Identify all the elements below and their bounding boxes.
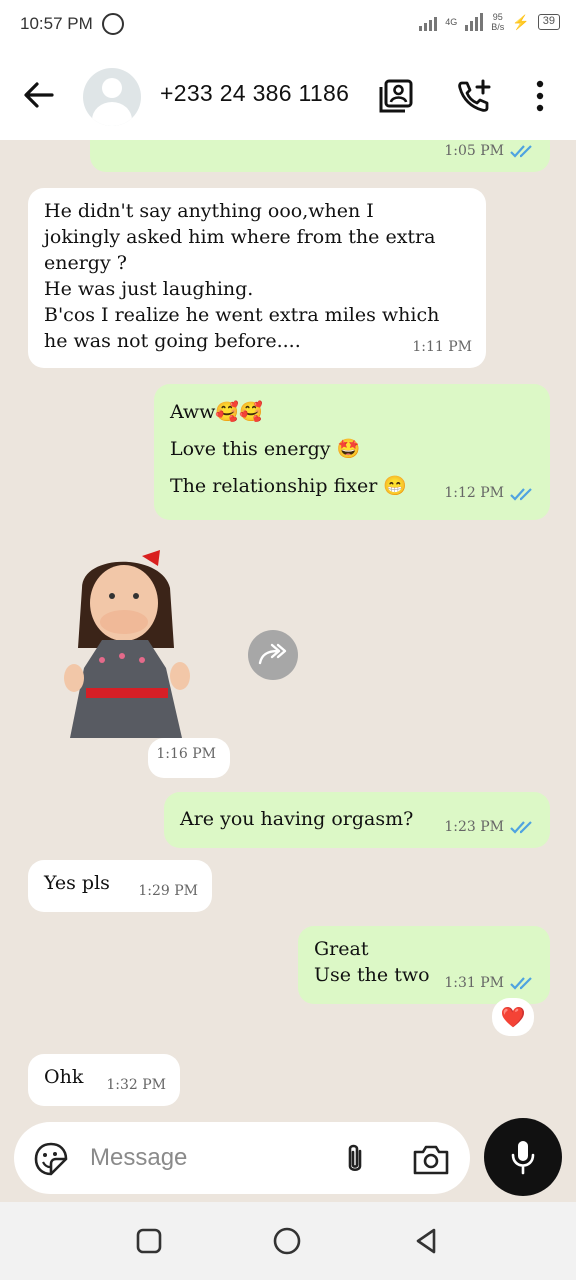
message-text-line: energy ? xyxy=(44,252,127,274)
whatsapp-notification-icon xyxy=(102,13,124,35)
data-speed: 95 B/s xyxy=(491,12,505,32)
message-meta: 1:31 PM xyxy=(444,970,536,996)
message-text-line: Great xyxy=(314,938,369,960)
charging-icon: ⚡ xyxy=(512,13,530,30)
read-receipt-icon xyxy=(510,487,532,501)
camera-icon[interactable] xyxy=(412,1142,450,1176)
message-meta: 1:12 PM xyxy=(444,475,536,512)
message-input[interactable]: Message xyxy=(90,1144,187,1172)
message-text-line: B'cos I realize he went extra miles whic… xyxy=(44,304,440,326)
forward-button[interactable] xyxy=(248,630,298,680)
sticker-time-chip: 1:16 PM xyxy=(148,738,230,778)
status-time: 10:57 PM xyxy=(20,14,93,33)
network-type: 4G xyxy=(445,17,458,27)
system-nav-bar xyxy=(0,1202,576,1280)
status-bar: 10:57 PM 4G 95 B/s ⚡ 39 xyxy=(0,0,576,50)
add-call-icon[interactable] xyxy=(456,78,492,114)
message-text-line: he was not going before.... xyxy=(44,330,301,352)
signal-icon xyxy=(419,13,438,31)
message-text-line: Love this energy 🤩 xyxy=(170,438,361,460)
message-bubble-incoming[interactable]: Yes pls 1:29 PM xyxy=(28,860,212,912)
message-bubble-incoming[interactable]: Ohk 1:32 PM xyxy=(28,1054,180,1106)
message-composer[interactable]: Message xyxy=(14,1122,470,1194)
message-bubble-outgoing[interactable]: 1:05 PM xyxy=(90,140,550,172)
read-receipt-icon xyxy=(510,821,532,834)
message-text-line: He didn't say anything ooo,when I xyxy=(44,200,374,222)
home-icon[interactable] xyxy=(272,1226,302,1256)
message-bubble-outgoing[interactable]: Are you having orgasm? 1:23 PM xyxy=(164,792,550,848)
reaction-badge[interactable]: ❤️ xyxy=(492,998,534,1036)
chat-header: +233 24 386 1186 xyxy=(0,50,576,140)
message-text-line: He was just laughing. xyxy=(44,278,254,300)
read-receipt-icon xyxy=(510,977,532,990)
microphone-icon xyxy=(511,1141,535,1175)
back-nav-icon[interactable] xyxy=(412,1226,442,1256)
message-meta: 1:32 PM xyxy=(106,1077,166,1093)
contact-avatar[interactable] xyxy=(83,68,141,126)
message-bubble-incoming[interactable]: He didn't say anything ooo,when I joking… xyxy=(28,188,486,368)
battery-level: 39 xyxy=(537,14,560,30)
voice-record-button[interactable] xyxy=(484,1118,562,1196)
message-meta: 1:05 PM xyxy=(444,140,536,164)
attach-icon[interactable] xyxy=(340,1142,370,1176)
chat-area[interactable]: 1:05 PM He didn't say anything ooo,when … xyxy=(0,140,576,1202)
contact-name[interactable]: +233 24 386 1186 xyxy=(160,80,349,107)
message-text-line: jokingly asked him where from the extra xyxy=(44,226,436,248)
forward-icon xyxy=(258,643,287,665)
message-meta: 1:23 PM xyxy=(444,814,536,840)
signal-icon-2 xyxy=(465,13,484,31)
read-receipt-icon xyxy=(510,145,532,158)
sticker-emoji-icon[interactable] xyxy=(34,1142,68,1176)
message-text-line: Aww🥰🥰 xyxy=(170,401,263,423)
message-meta: 1:16 PM xyxy=(156,746,216,762)
more-options-icon[interactable] xyxy=(522,78,558,114)
message-meta: 1:29 PM xyxy=(138,883,198,899)
message-bubble-outgoing[interactable]: Great Use the two 1:31 PM xyxy=(298,926,550,1004)
status-indicators: 4G 95 B/s ⚡ 39 xyxy=(419,12,560,32)
heart-reaction-icon: ❤️ xyxy=(500,1005,526,1029)
message-meta: 1:11 PM xyxy=(412,339,472,355)
sticker-image[interactable] xyxy=(62,548,192,738)
recents-icon[interactable] xyxy=(134,1226,164,1256)
message-bubble-outgoing[interactable]: Aww🥰🥰 Love this energy 🤩 The relationshi… xyxy=(154,384,550,520)
contact-card-icon[interactable] xyxy=(378,78,414,114)
back-arrow-icon[interactable] xyxy=(22,80,56,110)
